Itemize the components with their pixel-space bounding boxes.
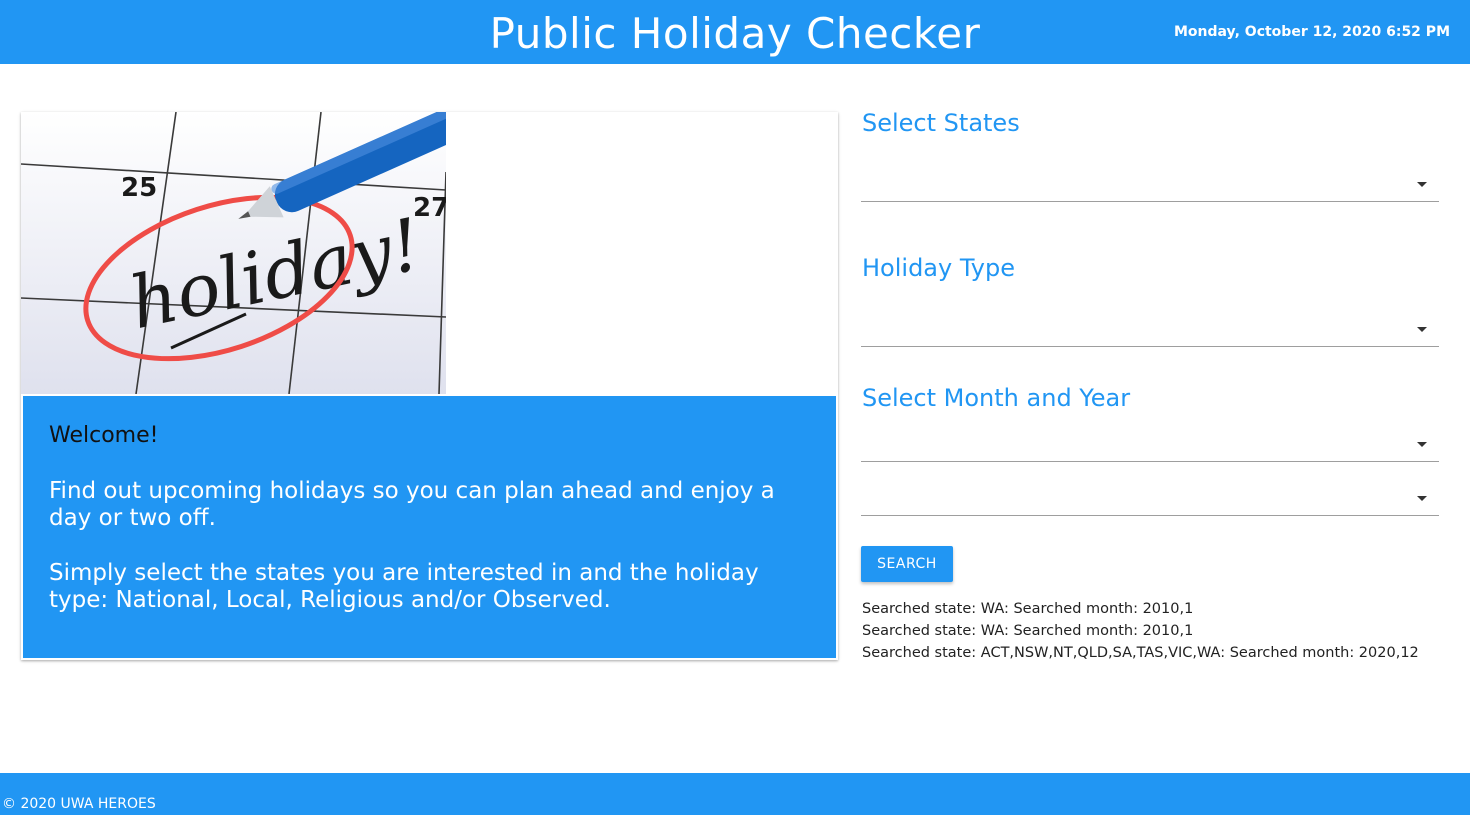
holiday-calendar-image: 25 27 holiday!	[21, 112, 446, 394]
caret-down-icon	[1417, 442, 1427, 447]
welcome-greeting: Welcome!	[49, 423, 159, 448]
calendar-day-25: 25	[121, 173, 157, 203]
welcome-instructions-text: Simply select the states you are interes…	[49, 560, 759, 613]
footer: © 2020 UWA HEROES	[0, 773, 1470, 815]
search-history: Searched state: WA: Searched month: 2010…	[862, 598, 1462, 664]
holiday-type-select[interactable]	[861, 306, 1439, 347]
copyright-text: © 2020 UWA HEROES	[2, 796, 156, 812]
search-button[interactable]: SEARCH	[861, 546, 953, 582]
welcome-panel: Welcome! Find out upcoming holidays so y…	[23, 396, 836, 658]
month-select[interactable]	[861, 421, 1439, 462]
caret-down-icon	[1417, 327, 1427, 332]
select-states-label: Select States	[862, 109, 1020, 137]
holiday-calendar-illustration: 25 27 holiday!	[21, 112, 446, 394]
calendar-day-27: 27	[413, 193, 446, 223]
search-history-item: Searched state: ACT,NSW,NT,QLD,SA,TAS,VI…	[862, 645, 1419, 661]
holiday-type-label: Holiday Type	[862, 254, 1015, 282]
year-select[interactable]	[861, 475, 1439, 516]
top-app-bar: Public Holiday Checker Monday, October 1…	[0, 0, 1470, 64]
current-datetime: Monday, October 12, 2020 6:52 PM	[1174, 24, 1450, 40]
caret-down-icon	[1417, 496, 1427, 501]
caret-down-icon	[1417, 182, 1427, 187]
month-year-label: Select Month and Year	[862, 384, 1131, 412]
search-history-item: Searched state: WA: Searched month: 2010…	[862, 601, 1194, 617]
search-history-item: Searched state: WA: Searched month: 2010…	[862, 623, 1194, 639]
welcome-card: 25 27 holiday! Welcome! Find out upcomin…	[21, 112, 838, 660]
welcome-intro-text: Find out upcoming holidays so you can pl…	[49, 478, 775, 531]
states-select[interactable]	[861, 161, 1439, 202]
